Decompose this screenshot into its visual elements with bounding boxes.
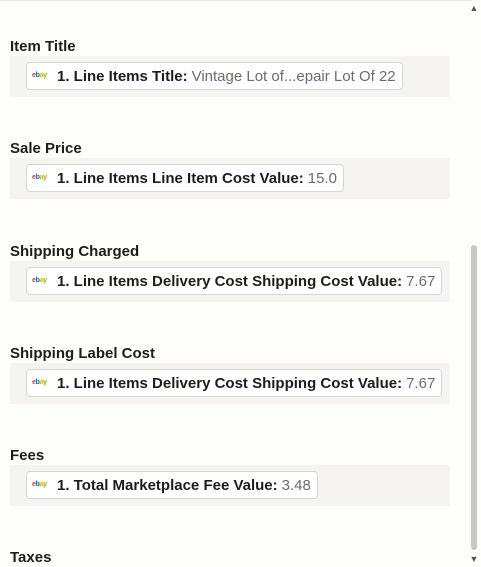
field-input[interactable]: ebay 1. Line Items Title: Vintage Lot of…: [10, 56, 450, 97]
pill-value: Vintage Lot of...epair Lot Of 22: [191, 67, 396, 85]
ebay-icon: ebay: [32, 379, 47, 386]
pill-key: 1. Line Items Delivery Cost Shipping Cos…: [57, 374, 403, 392]
ebay-icon: ebay: [32, 174, 47, 181]
pill-value: 15.0: [307, 169, 337, 187]
mapped-value-pill[interactable]: ebay 1. Line Items Delivery Cost Shippin…: [26, 369, 443, 397]
field-input[interactable]: ebay 1. Line Items Line Item Cost Value:…: [10, 158, 450, 199]
scrollbar-thumb[interactable]: [471, 245, 477, 550]
pill-key: 1. Total Marketplace Fee Value:: [57, 476, 278, 494]
mapped-value-pill[interactable]: ebay 1. Line Items Delivery Cost Shippin…: [26, 267, 443, 295]
field-label: Shipping Label Cost: [10, 345, 155, 362]
top-divider: [0, 0, 472, 1]
field-label: Fees: [10, 447, 45, 464]
pill-key: 1. Line Items Title:: [57, 67, 188, 85]
field-input[interactable]: ebay 1. Line Items Delivery Cost Shippin…: [10, 261, 450, 302]
scroll-down-arrow-icon[interactable]: ▼: [467, 553, 481, 565]
scroll-up-arrow-icon[interactable]: ▲: [467, 2, 481, 14]
field-label: Shipping Charged: [10, 243, 140, 260]
field-label: Sale Price: [10, 140, 82, 157]
ebay-icon: ebay: [32, 277, 47, 284]
ebay-icon: ebay: [32, 481, 47, 488]
field-input[interactable]: ebay 1. Total Marketplace Fee Value: 3.4…: [10, 465, 450, 506]
field-input[interactable]: ebay 1. Line Items Delivery Cost Shippin…: [10, 363, 450, 404]
mapped-value-pill[interactable]: ebay 1. Total Marketplace Fee Value: 3.4…: [26, 471, 318, 499]
pill-value: 7.67: [406, 272, 436, 290]
field-label: Item Title: [10, 38, 76, 55]
vertical-scrollbar[interactable]: ▲ ▼: [467, 0, 481, 567]
pill-value: 3.48: [281, 476, 311, 494]
field-label: Taxes: [10, 549, 52, 566]
mapped-value-pill[interactable]: ebay 1. Line Items Title: Vintage Lot of…: [26, 62, 403, 90]
pill-key: 1. Line Items Delivery Cost Shipping Cos…: [57, 272, 403, 290]
pill-value: 7.67: [406, 374, 436, 392]
mapped-value-pill[interactable]: ebay 1. Line Items Line Item Cost Value:…: [26, 164, 344, 192]
pill-key: 1. Line Items Line Item Cost Value:: [57, 169, 304, 187]
ebay-icon: ebay: [32, 72, 47, 79]
